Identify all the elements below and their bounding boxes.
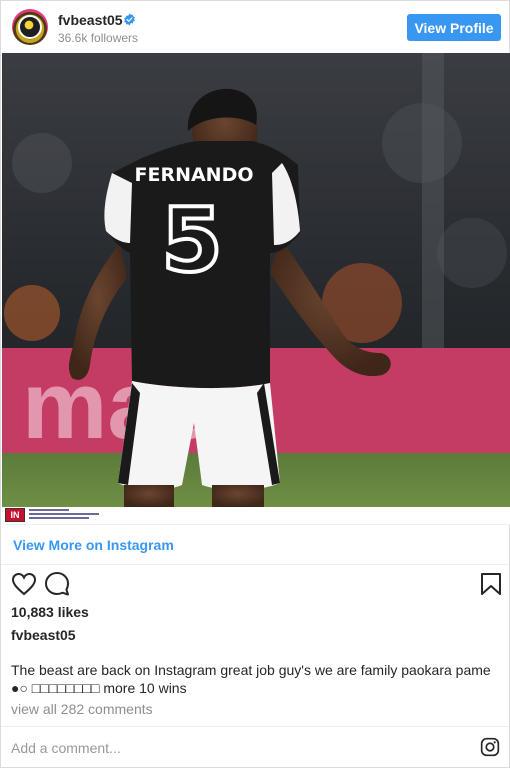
- bookmark-icon[interactable]: [480, 572, 502, 596]
- follower-count: 36.6k followers: [58, 31, 139, 45]
- caption-text: The beast are back on Instagram great jo…: [11, 662, 491, 696]
- post-photo[interactable]: mach FERNANDO 5: [2, 53, 510, 507]
- avatar[interactable]: [12, 9, 48, 45]
- jersey-name: FERNANDO: [134, 164, 253, 186]
- caption-username[interactable]: fvbeast05: [11, 627, 76, 643]
- post-header: fvbeast05 36.6k followers View Profile: [1, 1, 509, 53]
- heart-icon[interactable]: [11, 572, 37, 596]
- in-logo: IN: [5, 508, 25, 522]
- like-count: 10,883 likes: [11, 604, 89, 620]
- jersey-number: 5: [161, 189, 222, 292]
- player-photo-illustration: mach FERNANDO 5: [2, 53, 510, 507]
- comment-icon[interactable]: [44, 571, 70, 597]
- photo-attribution-strip: IN: [2, 507, 510, 525]
- view-all-comments-link[interactable]: view all 282 comments: [11, 701, 153, 717]
- instagram-logo-icon[interactable]: [480, 737, 500, 757]
- divider: [1, 564, 509, 565]
- header-username[interactable]: fvbeast05: [58, 12, 123, 28]
- attribution-fine-print: [29, 509, 99, 521]
- view-more-on-instagram-link[interactable]: View More on Instagram: [13, 537, 174, 553]
- verified-badge-icon: [124, 13, 135, 26]
- add-comment-input[interactable]: Add a comment...: [11, 740, 121, 756]
- divider: [1, 726, 509, 727]
- instagram-embed-card: fvbeast05 36.6k followers View Profile F…: [0, 0, 510, 768]
- view-profile-button[interactable]: View Profile: [407, 14, 501, 41]
